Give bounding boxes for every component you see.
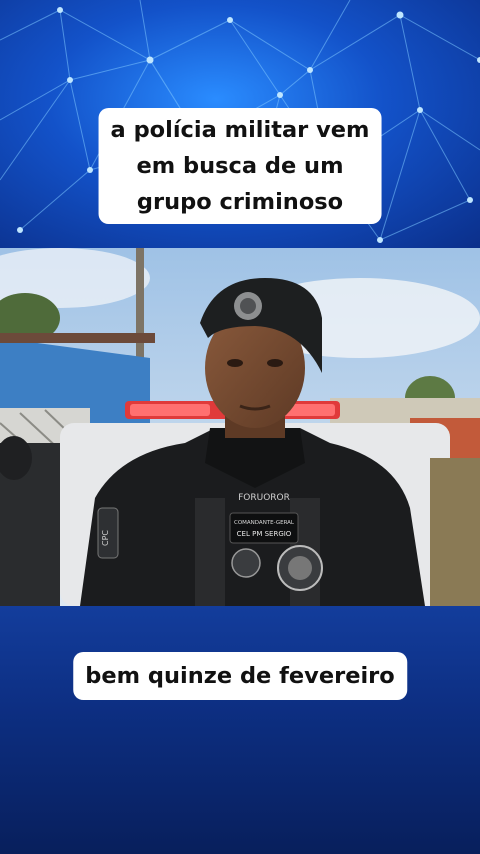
- caption-top: a polícia militar vem em busca de um gru…: [98, 108, 382, 224]
- caption-top-line-3: grupo criminoso: [136, 189, 344, 215]
- caption-bottom: bem quinze de fevereiro: [73, 652, 407, 700]
- caption-top-line-2: em busca de um: [136, 153, 344, 179]
- video-frame: FORUOROR COMANDANTE-GERAL CEL PM SERGIO …: [0, 248, 480, 606]
- sleeve-patch-text: CPC: [101, 530, 110, 546]
- name-tag-line1: COMANDANTE-GERAL: [234, 520, 295, 526]
- officer-photo: FORUOROR COMANDANTE-GERAL CEL PM SERGIO …: [0, 248, 480, 606]
- caption-top-line-1: a polícia militar vem: [110, 117, 370, 143]
- shoulder-patch-text: FORUOROR: [238, 493, 290, 503]
- bottom-background: [0, 606, 480, 854]
- name-tag-line2: CEL PM SERGIO: [237, 530, 292, 538]
